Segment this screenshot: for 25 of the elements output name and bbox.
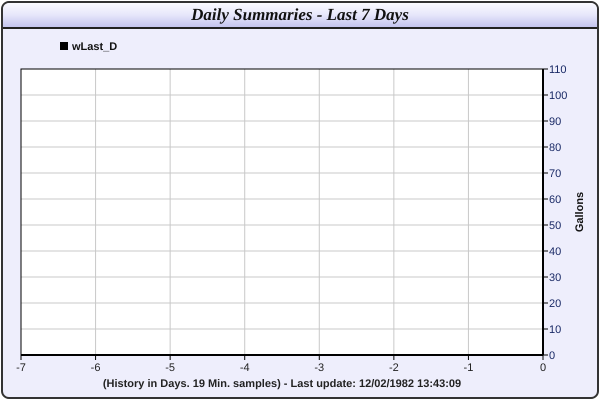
legend-swatch <box>60 42 68 50</box>
y-tick-label: 0 <box>549 350 556 362</box>
x-tick-label: 0 <box>540 362 546 374</box>
axis-title: (History in Days. 19 Min. samples) - Last update: 12/02/1982 13:43:09 <box>102 377 462 391</box>
legend-label: wLast_D <box>72 41 118 53</box>
x-tick-label: -3 <box>314 362 324 374</box>
y-tick-label: 40 <box>549 246 562 258</box>
y-tick-label: 50 <box>549 220 562 232</box>
y-tick-label: 100 <box>549 90 568 102</box>
x-tick-label: -2 <box>388 362 399 374</box>
x-tick-label: -7 <box>16 362 26 374</box>
axis-title: Gallons <box>574 192 586 232</box>
x-tick-label: -1 <box>464 362 474 374</box>
y-tick-label: 70 <box>549 168 562 180</box>
y-tick-label: 90 <box>549 116 562 128</box>
x-tick-label: -6 <box>90 362 100 374</box>
window-title: Daily Summaries - Last 7 Days <box>3 3 597 29</box>
y-tick-label: 30 <box>549 272 562 284</box>
y-tick-label: 20 <box>549 298 562 310</box>
y-tick-label: 80 <box>549 142 562 154</box>
y-tick-label: 60 <box>549 194 562 206</box>
y-tick-label: 110 <box>549 64 567 76</box>
y-tick-label: 10 <box>549 324 562 336</box>
x-tick-label: -5 <box>165 362 176 374</box>
x-tick-label: -4 <box>240 362 250 374</box>
